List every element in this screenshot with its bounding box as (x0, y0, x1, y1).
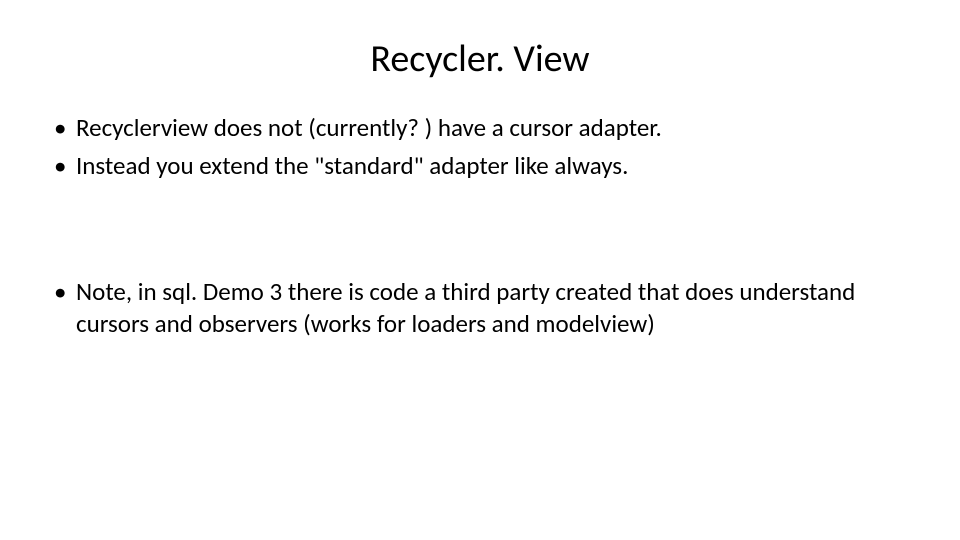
bullet-list-top: Recyclerview does not (currently? ) have… (48, 112, 912, 182)
slide: Recycler. View Recyclerview does not (cu… (0, 0, 960, 540)
slide-title: Recycler. View (48, 36, 912, 82)
spacer (48, 188, 912, 276)
list-item: Recyclerview does not (currently? ) have… (48, 112, 912, 144)
bullet-list-bottom: Note, in sql. Demo 3 there is code a thi… (48, 276, 912, 340)
list-item: Note, in sql. Demo 3 there is code a thi… (48, 276, 912, 340)
list-item: Instead you extend the "standard" adapte… (48, 150, 912, 182)
